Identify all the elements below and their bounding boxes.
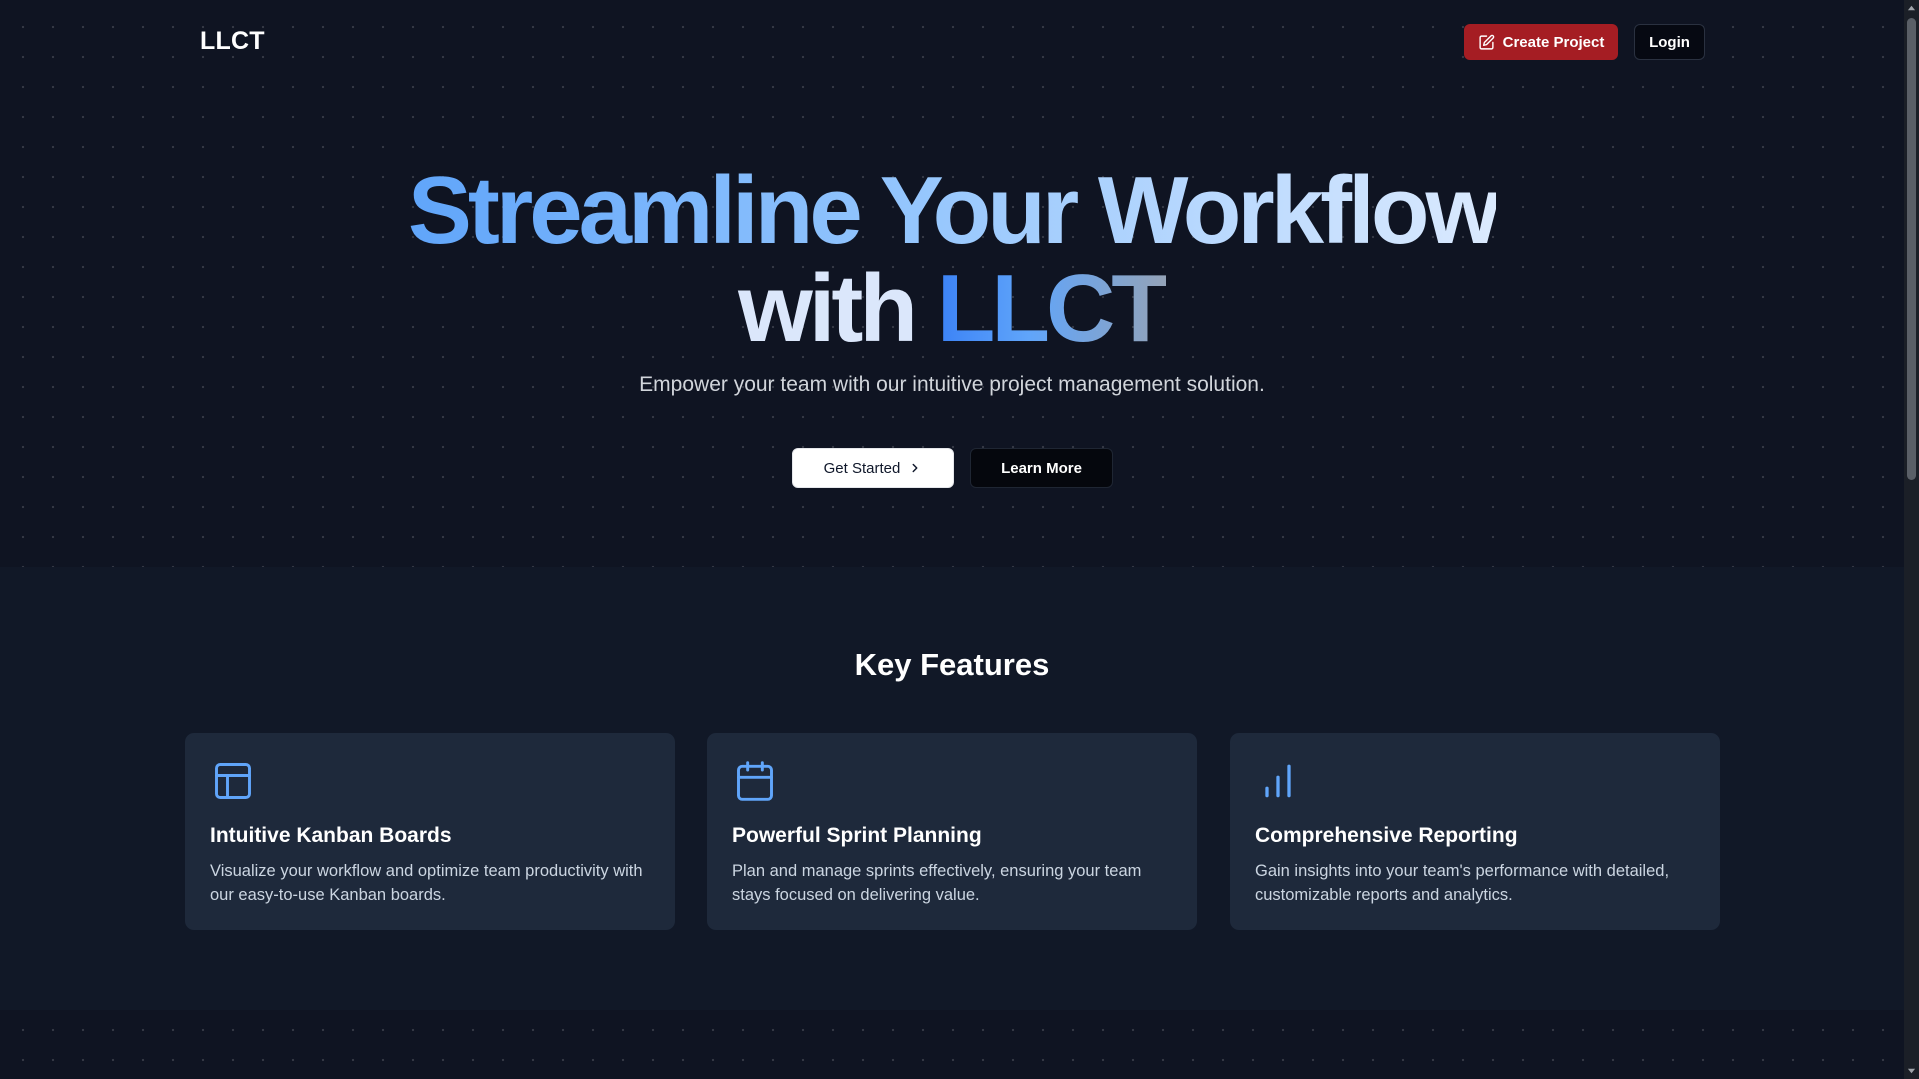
headline-line1: Streamline Your Workflow	[407, 157, 1500, 264]
hero-subtitle: Empower your team with our intuitive pro…	[639, 373, 1265, 396]
scroll-down-arrow-icon[interactable]	[1907, 1066, 1916, 1075]
layout-icon	[211, 759, 255, 803]
feature-card-sprint: Powerful Sprint Planning Plan and manage…	[707, 733, 1197, 930]
features-title: Key Features	[854, 647, 1050, 682]
feature-card-reporting: Comprehensive Reporting Gain insights in…	[1230, 733, 1720, 930]
scrollbar-thumb[interactable]	[1907, 18, 1916, 480]
feature-title: Intuitive Kanban Boards	[210, 824, 452, 847]
calendar-icon	[733, 759, 777, 803]
vertical-scrollbar[interactable]	[1904, 0, 1919, 1079]
feature-description: Plan and manage sprints effectively, ens…	[732, 862, 1142, 904]
login-button[interactable]: Login	[1634, 24, 1705, 60]
feature-title: Comprehensive Reporting	[1255, 824, 1518, 847]
features-section: Key Features Intuitive Kanban Boards Vis…	[0, 567, 1904, 1010]
hero-headline: Streamline Your Workflow with LLCT	[0, 162, 1904, 358]
feature-description: Gain insights into your team's performan…	[1255, 862, 1670, 904]
bar-chart-icon	[1256, 759, 1300, 803]
navbar: LLCT Create Project Login	[0, 0, 1904, 84]
logo[interactable]: LLCT	[200, 27, 265, 56]
feature-title: Powerful Sprint Planning	[732, 824, 982, 847]
edit-icon	[1479, 34, 1494, 50]
create-project-label: Create Project	[1502, 33, 1605, 51]
headline-with: with	[738, 255, 918, 362]
headline-brand: LLCT	[936, 255, 1170, 362]
scroll-up-arrow-icon[interactable]	[1907, 4, 1916, 13]
hero-section: LLCT Create Project Login Streamline You…	[0, 0, 1904, 567]
create-project-button[interactable]: Create Project	[1464, 24, 1618, 60]
feature-description: Visualize your workflow and optimize tea…	[210, 862, 643, 904]
feature-card-kanban: Intuitive Kanban Boards Visualize your w…	[185, 733, 675, 930]
next-section-background	[0, 1010, 1904, 1079]
get-started-label: Get Started	[823, 459, 901, 477]
learn-more-button[interactable]: Learn More	[970, 448, 1113, 488]
chevron-right-icon	[912, 463, 918, 473]
get-started-button[interactable]: Get Started	[792, 448, 954, 488]
